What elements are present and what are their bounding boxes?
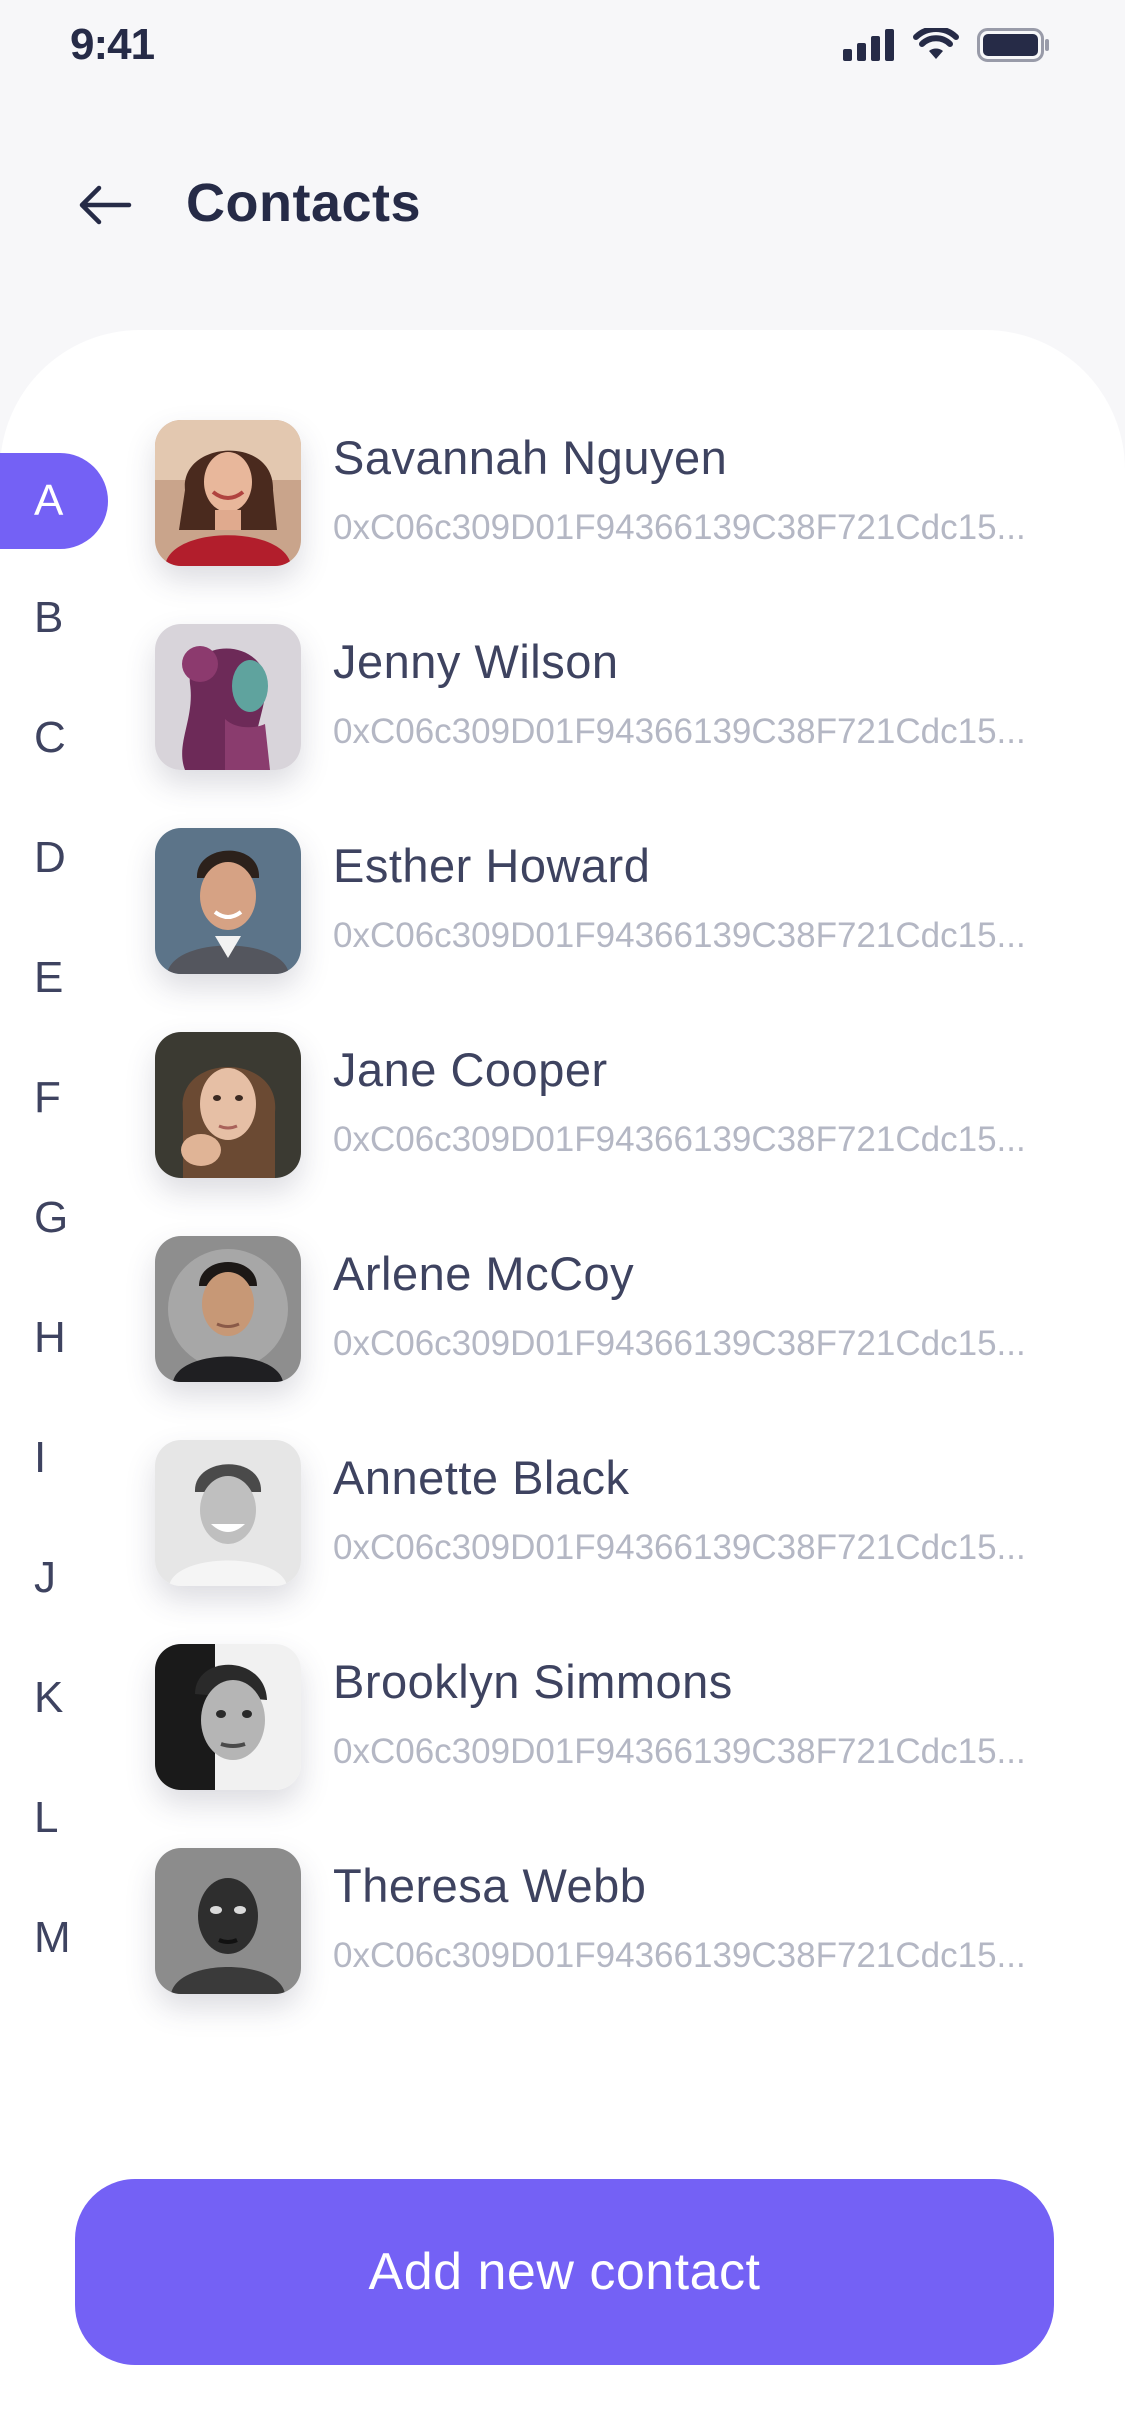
- contact-name: Brooklyn Simmons: [333, 1655, 733, 1708]
- alphabet-index-item-l[interactable]: L: [0, 1770, 108, 1866]
- contact-name: Arlene McCoy: [333, 1247, 635, 1300]
- contact-item[interactable]: Jane Cooper 0xC06c309D01F94366139C38F721…: [155, 1032, 1055, 1178]
- contact-item[interactable]: Arlene McCoy 0xC06c309D01F94366139C38F72…: [155, 1236, 1055, 1382]
- alphabet-index-item-j[interactable]: J: [0, 1530, 108, 1626]
- contact-item[interactable]: Esther Howard 0xC06c309D01F94366139C38F7…: [155, 828, 1055, 974]
- page-title: Contacts: [186, 173, 422, 233]
- contact-item[interactable]: Savannah Nguyen 0xC06c309D01F94366139C38…: [155, 420, 1055, 566]
- contact-name: Jenny Wilson: [333, 635, 619, 688]
- avatar: [155, 624, 301, 770]
- alphabet-index-item-f[interactable]: F: [0, 1050, 108, 1146]
- alphabet-index-item-m[interactable]: M: [0, 1890, 108, 1986]
- status-time: 9:41: [70, 20, 155, 69]
- alphabet-index-item-e[interactable]: E: [0, 930, 108, 1026]
- contact-address: 0xC06c309D01F94366139C38F721Cdc15...: [333, 1120, 1026, 1159]
- status-icons: [843, 26, 1051, 67]
- contact-address: 0xC06c309D01F94366139C38F721Cdc15...: [333, 1732, 1026, 1771]
- contact-name: Jane Cooper: [333, 1043, 608, 1096]
- contact-address: 0xC06c309D01F94366139C38F721Cdc15...: [333, 1324, 1026, 1363]
- alphabet-index-item-b[interactable]: B: [0, 570, 108, 666]
- contact-item[interactable]: Annette Black 0xC06c309D01F94366139C38F7…: [155, 1440, 1055, 1586]
- alphabet-index-item-i[interactable]: I: [0, 1410, 108, 1506]
- alphabet-index-item-k[interactable]: K: [0, 1650, 108, 1746]
- avatar: [155, 1644, 301, 1790]
- contact-name: Savannah Nguyen: [333, 431, 728, 484]
- contact-name: Theresa Webb: [333, 1859, 647, 1912]
- arrow-left-icon: [77, 183, 133, 232]
- avatar: [155, 1440, 301, 1586]
- back-button[interactable]: [70, 172, 140, 242]
- cellular-signal-icon: [843, 29, 895, 66]
- contact-item[interactable]: Theresa Webb 0xC06c309D01F94366139C38F72…: [155, 1848, 1055, 1994]
- avatar: [155, 420, 301, 566]
- alphabet-index-item-g[interactable]: G: [0, 1170, 108, 1266]
- status-bar: 9:41: [0, 0, 1125, 100]
- contact-address: 0xC06c309D01F94366139C38F721Cdc15...: [333, 1528, 1026, 1567]
- wifi-icon: [913, 26, 959, 67]
- contact-item[interactable]: Brooklyn Simmons 0xC06c309D01F94366139C3…: [155, 1644, 1055, 1790]
- avatar: [155, 1848, 301, 1994]
- contact-name: Esther Howard: [333, 839, 651, 892]
- contact-address: 0xC06c309D01F94366139C38F721Cdc15...: [333, 1936, 1026, 1975]
- header: Contacts: [0, 150, 1125, 260]
- alphabet-index-item-a[interactable]: A: [0, 453, 108, 549]
- contact-address: 0xC06c309D01F94366139C38F721Cdc15...: [333, 712, 1026, 751]
- avatar: [155, 1032, 301, 1178]
- avatar: [155, 828, 301, 974]
- avatar: [155, 1236, 301, 1382]
- battery-icon: [977, 28, 1051, 67]
- alphabet-index-item-d[interactable]: D: [0, 810, 108, 906]
- contact-address: 0xC06c309D01F94366139C38F721Cdc15...: [333, 916, 1026, 955]
- contact-address: 0xC06c309D01F94366139C38F721Cdc15...: [333, 508, 1026, 547]
- add-new-contact-button[interactable]: Add new contact: [75, 2179, 1054, 2365]
- alphabet-index-item-c[interactable]: C: [0, 690, 108, 786]
- contact-name: Annette Black: [333, 1451, 630, 1504]
- contact-item[interactable]: Jenny Wilson 0xC06c309D01F94366139C38F72…: [155, 624, 1055, 770]
- alphabet-index-item-h[interactable]: H: [0, 1290, 108, 1386]
